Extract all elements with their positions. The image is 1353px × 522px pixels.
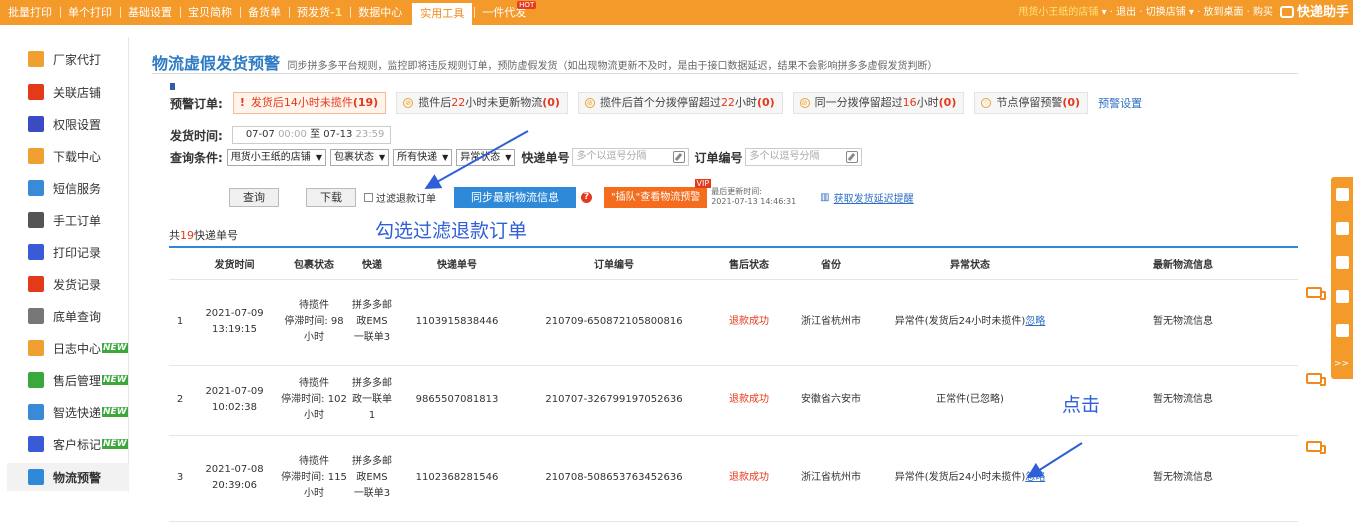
annotation-arrows — [424, 130, 1083, 479]
arrow-to-ignore-link — [1026, 442, 1083, 479]
arrow-to-filter-checkbox — [424, 130, 529, 189]
